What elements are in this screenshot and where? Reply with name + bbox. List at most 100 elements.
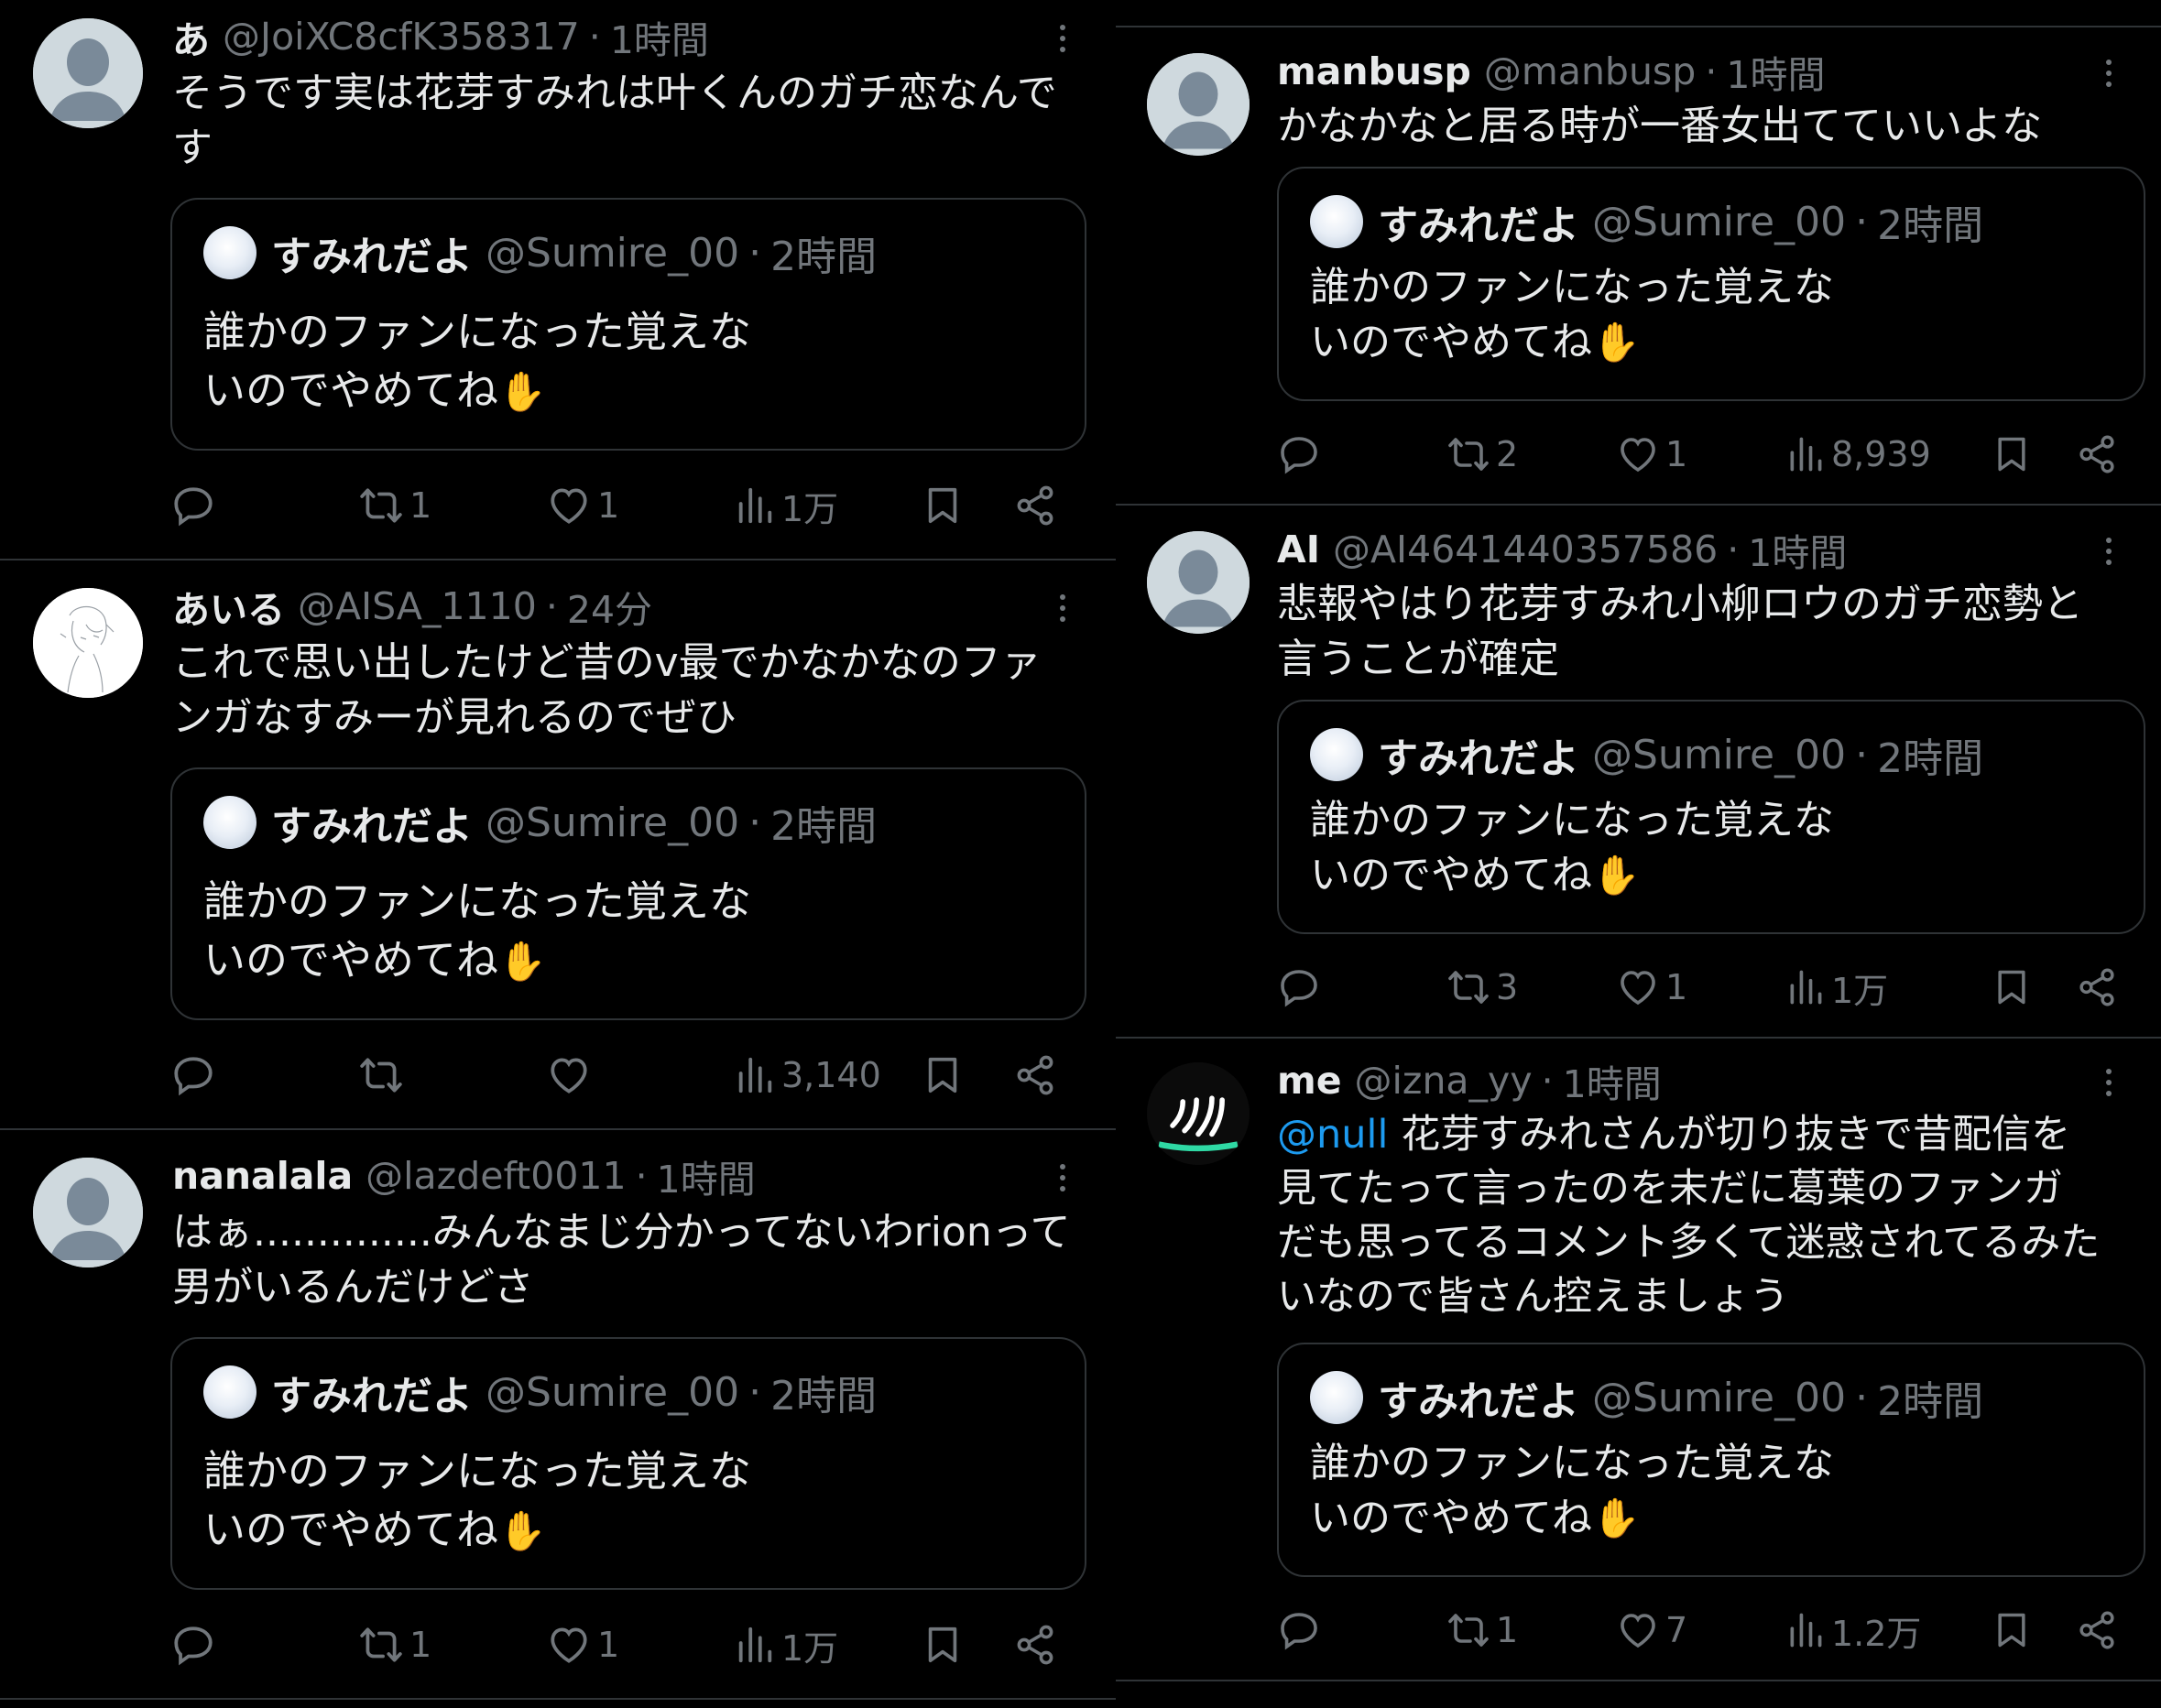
display-name: すみれだよ [271,1373,473,1420]
more-icon[interactable] [2090,55,2127,92]
reply-icon [170,1622,216,1668]
quoted-tweet-text: 誰かのファンになった覚えないのでやめてね✋ [1310,797,1834,898]
timestamp: 2時間 [1877,735,1984,782]
quoted-tweet[interactable]: すみれだよ @Sumire_00 · 2時間 誰かのファンになった覚えないのでや… [1277,700,2145,934]
display-name[interactable]: nanalala [172,1154,353,1198]
like-button[interactable]: 1 [1616,962,1687,1013]
share-button[interactable] [2076,429,2118,480]
like-button[interactable] [546,1050,597,1101]
bookmark-button[interactable] [922,1619,964,1670]
bookmark-button[interactable] [1992,962,2032,1013]
views-button[interactable]: 1万 [734,480,838,531]
user-handle[interactable]: @AI4641440357586 [1333,528,1718,571]
bookmark-button[interactable] [922,1050,964,1101]
tweet[interactable]: manbusp @manbusp · 1時間 かなかなと居る時が一番女出てていい… [1116,27,2161,506]
display-name[interactable]: あいる [172,579,285,634]
views-button[interactable]: 8,939 [1785,429,1931,480]
quoted-tweet[interactable]: すみれだよ @Sumire_00 · 2時間 誰かのファンになった覚えないのでや… [170,767,1086,1020]
retweet-button[interactable] [358,1050,409,1101]
tweet[interactable]: me @izna_yy · 1時間 @null 花芽すみれさんが切り抜きで昔配信… [1116,1039,2161,1681]
avatar[interactable] [1147,1062,1250,1165]
like-button[interactable]: 1 [1616,429,1687,480]
like-button[interactable]: 1 [546,1619,619,1670]
reply-button[interactable] [170,1050,222,1101]
display-name[interactable]: あ [172,9,210,64]
share-button[interactable] [1013,1050,1057,1101]
reply-icon [1277,965,1321,1009]
tweet-header: あいる @AISA_1110 · 24分 [172,582,652,632]
timestamp[interactable]: 1時間 [657,1148,756,1203]
tweet[interactable]: AI @AI4641440357586 · 1時間 悲報やはり花芽すみれ小柳ロウ… [1116,506,2161,1039]
more-icon[interactable] [1044,1159,1081,1196]
user-handle[interactable]: @JoiXC8cfK358317 [223,15,580,59]
views-button[interactable]: 1万 [1785,962,1888,1013]
share-button[interactable] [2076,1605,2118,1656]
avatar[interactable] [33,588,143,698]
reply-button[interactable] [1277,1605,1326,1656]
retweet-icon [1446,432,1490,476]
raised-hand-emoji: ✋ [1592,853,1641,898]
display-name[interactable]: AI [1277,528,1320,571]
views-button[interactable]: 1万 [734,1619,838,1670]
quoted-tweet[interactable]: すみれだよ @Sumire_00 · 2時間 誰かのファンになった覚えないのでや… [170,1337,1086,1590]
share-button[interactable] [1013,1619,1057,1670]
retweet-button[interactable]: 1 [358,1619,431,1670]
bookmark-button[interactable] [1992,429,2032,480]
tweet-text: これで思い出したけど昔のv最でかなかなのファンガなすみーが見れるのでぜひ [172,639,1042,741]
timestamp[interactable]: 24分 [567,579,652,634]
tweet-header: AI @AI4641440357586 · 1時間 [1277,526,1847,575]
view-count: 1万 [1831,970,1889,1011]
retweet-button[interactable]: 1 [1446,1605,1518,1656]
views-button[interactable]: 1.2万 [1785,1605,1921,1656]
like-button[interactable]: 7 [1616,1605,1687,1656]
avatar [203,1365,256,1419]
avatar[interactable] [33,18,143,128]
reply-button[interactable] [1277,962,1326,1013]
timestamp[interactable]: 1時間 [610,9,709,64]
quoted-tweet[interactable]: すみれだよ @Sumire_00 · 2時間 誰かのファンになった覚えないのでや… [1277,167,2145,401]
timestamp[interactable]: 1時間 [1563,1053,1662,1108]
user-handle: @Sumire_00 [1592,198,1847,245]
raised-hand-emoji: ✋ [498,1508,547,1553]
tweet-top-edge [1116,0,2161,27]
more-icon[interactable] [2090,533,2127,570]
display-name[interactable]: me [1277,1059,1342,1103]
share-button[interactable] [1013,480,1057,531]
separator: · [588,15,601,59]
display-name[interactable]: manbusp [1277,49,1471,93]
user-handle[interactable]: @lazdeft0011 [366,1154,626,1198]
avatar[interactable] [1147,531,1250,634]
tweet[interactable]: nanalala @lazdeft0011 · 1時間 はぁ..........… [0,1130,1116,1700]
retweet-count: 2 [1496,434,1519,474]
bookmark-button[interactable] [1992,1605,2032,1656]
more-icon[interactable] [2090,1064,2127,1101]
reply-button[interactable] [1277,429,1326,480]
share-button[interactable] [2076,962,2118,1013]
reply-button[interactable] [170,480,222,531]
timestamp[interactable]: 1時間 [1748,522,1847,577]
separator: · [635,1154,648,1198]
bookmark-button[interactable] [922,480,964,531]
avatar[interactable] [1147,53,1250,156]
tweet[interactable]: あいる @AISA_1110 · 24分 これで思い出したけど昔のv最でかなかな… [0,560,1116,1130]
quoted-tweet[interactable]: すみれだよ @Sumire_00 · 2時間 誰かのファンになった覚えないのでや… [170,198,1086,451]
raised-hand-emoji: ✋ [498,939,547,984]
views-button[interactable]: 3,140 [734,1050,881,1101]
more-icon[interactable] [1044,20,1081,57]
quoted-tweet[interactable]: すみれだよ @Sumire_00 · 2時間 誰かのファンになった覚えないのでや… [1277,1343,2145,1577]
reply-icon [1277,1608,1321,1652]
tweet[interactable]: あ @JoiXC8cfK358317 · 1時間 そうです実は花芽すみれは叶くん… [0,0,1116,560]
user-handle[interactable]: @AISA_1110 [298,584,537,628]
user-handle[interactable]: @izna_yy [1355,1059,1533,1103]
like-button[interactable]: 1 [546,480,619,531]
mention-link[interactable]: @null [1277,1112,1388,1158]
more-icon[interactable] [1044,590,1081,626]
avatar[interactable] [33,1158,143,1267]
reply-button[interactable] [170,1619,222,1670]
retweet-button[interactable]: 3 [1446,962,1518,1013]
sketch-avatar-icon [33,588,143,698]
retweet-button[interactable]: 2 [1446,429,1518,480]
user-handle[interactable]: @manbusp [1484,49,1696,93]
timestamp[interactable]: 1時間 [1726,44,1825,99]
retweet-button[interactable]: 1 [358,480,431,531]
